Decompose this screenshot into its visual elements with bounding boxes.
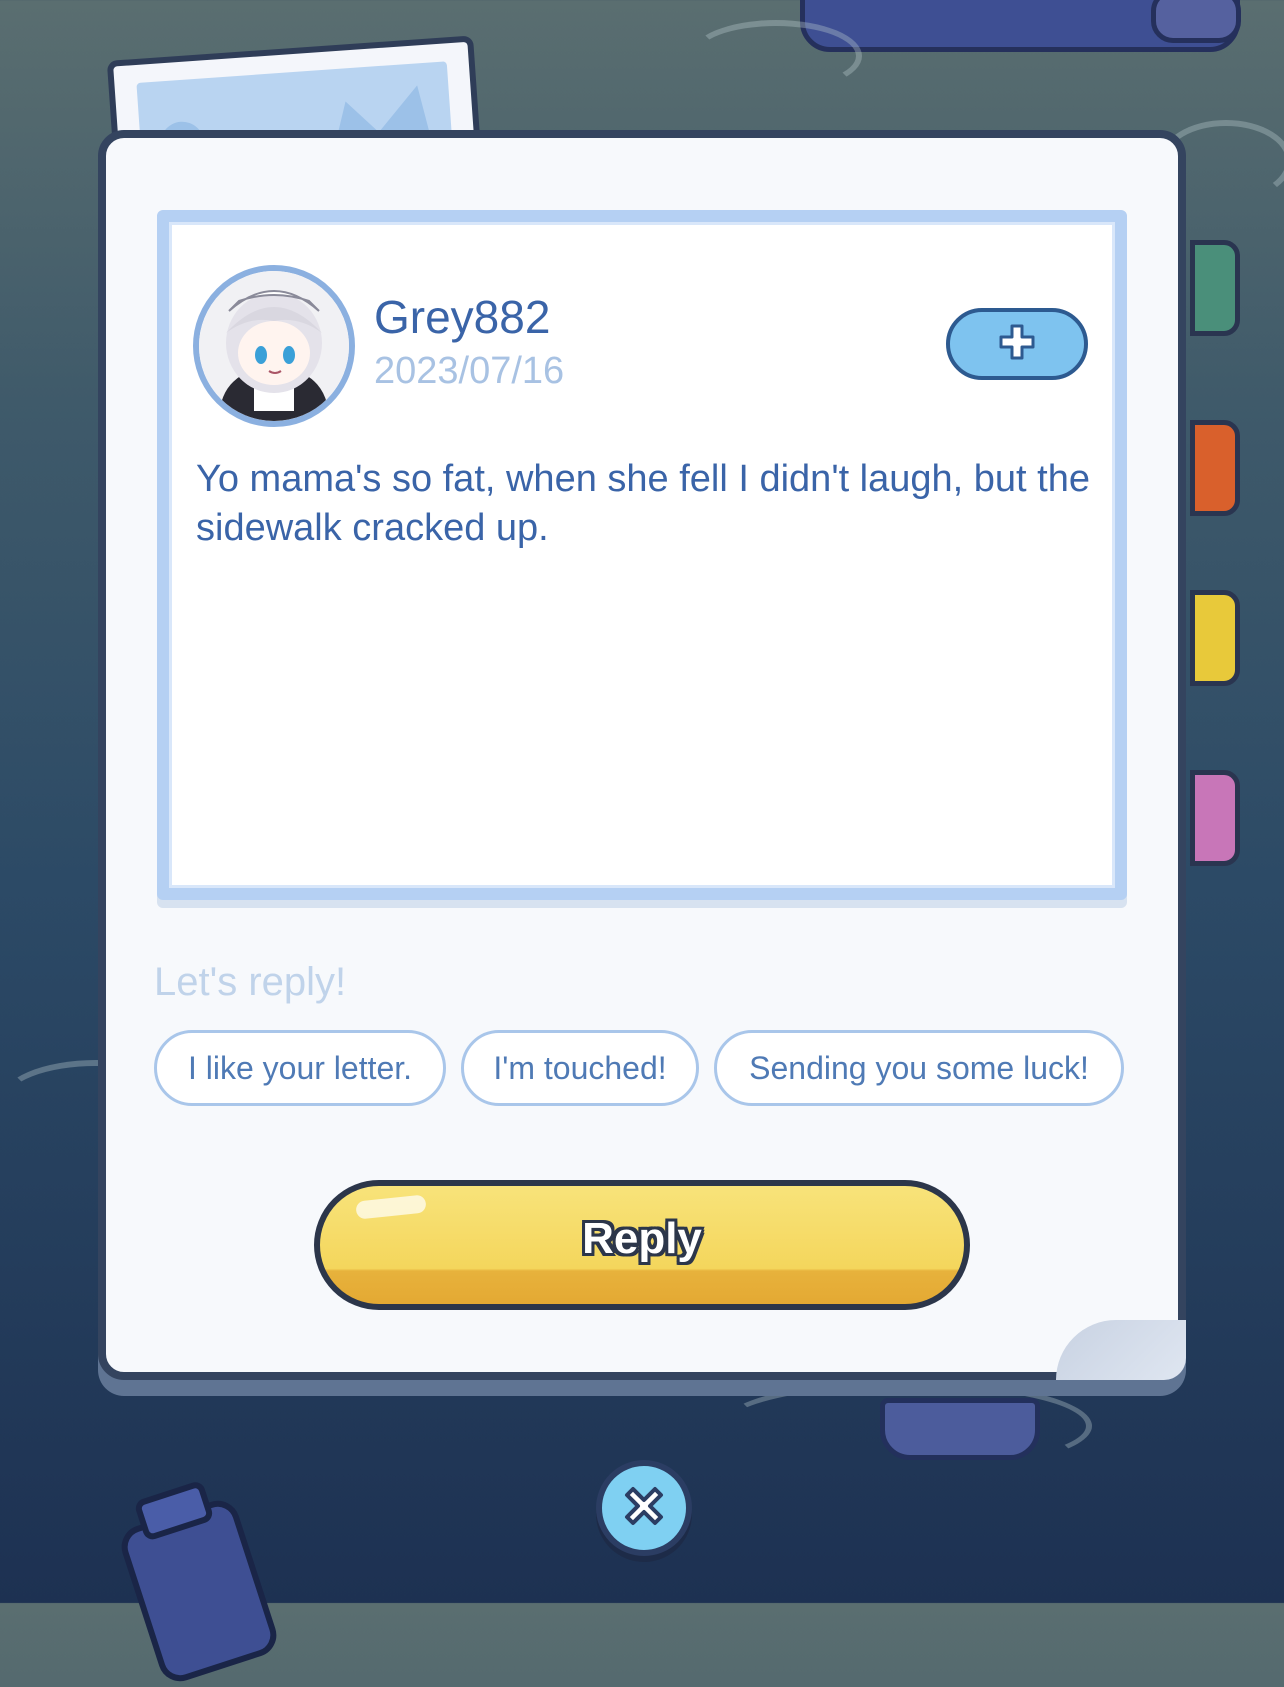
floating-bottle-top-decoration <box>800 0 1241 52</box>
reply-button[interactable]: Reply <box>314 1180 970 1310</box>
side-tab-orange <box>1190 420 1240 516</box>
side-tab-pink <box>1190 770 1240 866</box>
close-button[interactable] <box>596 1460 692 1556</box>
side-tab-yellow <box>1190 590 1240 686</box>
close-icon <box>615 1477 673 1540</box>
reply-hint: Let's reply! <box>154 960 347 1004</box>
avatar-maid-girl-icon[interactable] <box>193 265 355 427</box>
plus-icon <box>997 322 1037 367</box>
letter-date: 2023/07/16 <box>374 350 565 392</box>
side-tab-green <box>1190 240 1240 336</box>
quick-reply-touched[interactable]: I'm touched! <box>461 1030 699 1106</box>
quick-reply-like-letter[interactable]: I like your letter. <box>154 1030 446 1106</box>
quick-reply-luck[interactable]: Sending you some luck! <box>714 1030 1124 1106</box>
floating-ship-decoration <box>880 1398 1040 1460</box>
floating-bottle-decoration <box>115 1479 283 1687</box>
letter-message: Yo mama's so fat, when she fell I didn't… <box>196 458 1090 549</box>
reply-button-label: Reply <box>582 1214 702 1263</box>
sender-username: Grey882 <box>374 291 551 343</box>
add-friend-button[interactable] <box>946 308 1088 380</box>
page-curl <box>1056 1320 1186 1380</box>
